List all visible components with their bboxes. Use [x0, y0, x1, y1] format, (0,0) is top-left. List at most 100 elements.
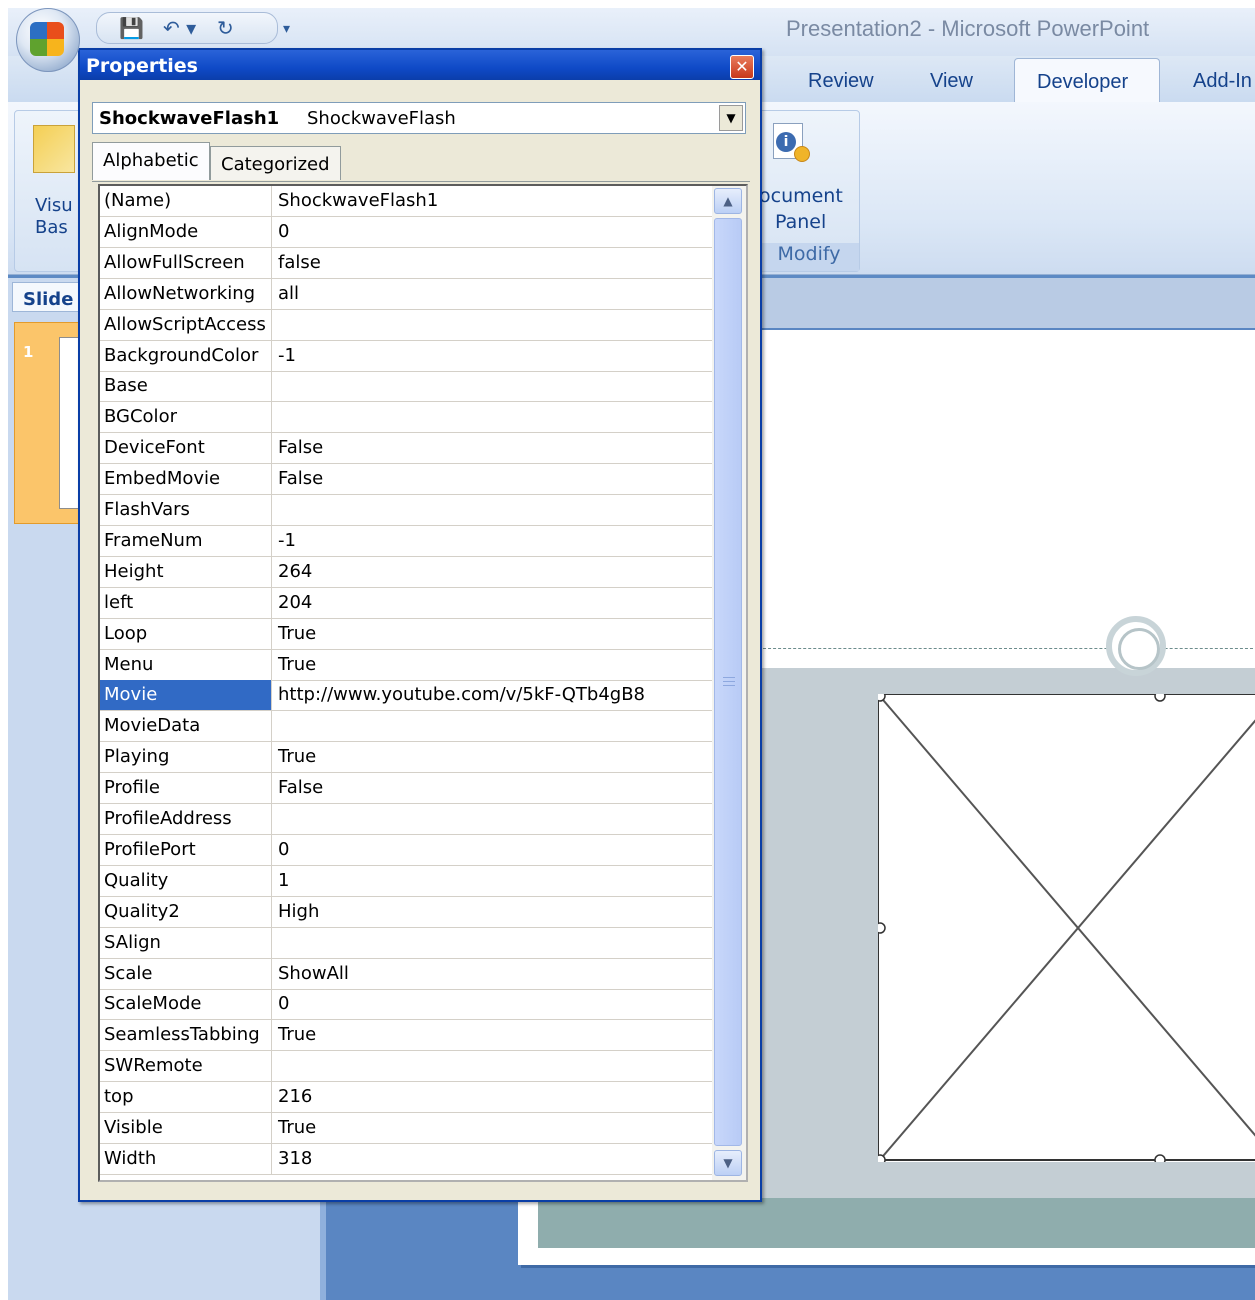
property-row[interactable]: Movie http://www.youtube.com/v/5kF-QTb4gB… [100, 680, 712, 712]
property-row[interactable]: AllowScriptAccess [100, 309, 712, 341]
document-panel-label-2: Panel [775, 211, 827, 233]
property-value-field[interactable] [276, 711, 708, 741]
property-value-field[interactable]: ShockwaveFlash1 [276, 186, 708, 216]
property-row[interactable]: ProfilePort 0 [100, 834, 712, 866]
property-row[interactable]: BGColor [100, 402, 712, 434]
property-value-field[interactable]: True [276, 619, 708, 649]
property-name: Quality [100, 865, 272, 896]
property-value-field[interactable]: 0 [276, 835, 708, 865]
property-row[interactable]: AllowFullScreen false [100, 247, 712, 279]
property-value-field[interactable] [276, 804, 708, 834]
property-row[interactable]: ProfileAddress [100, 804, 712, 835]
property-row[interactable]: SeamlessTabbing True [100, 1020, 712, 1052]
modify-group: i ocument Panel Modify [758, 110, 860, 272]
property-name: EmbedMovie [100, 464, 272, 495]
property-name: Base [100, 371, 272, 402]
property-value-field[interactable]: True [276, 650, 708, 680]
property-row[interactable]: Profile False [100, 773, 712, 805]
property-value-field[interactable]: True [276, 742, 708, 772]
tab-alphabetic[interactable]: Alphabetic [92, 142, 210, 180]
property-row[interactable]: Quality 1 [100, 865, 712, 897]
property-row[interactable]: Scale ShowAll [100, 958, 712, 990]
property-value-field[interactable]: 216 [276, 1082, 708, 1112]
property-value-field[interactable]: False [276, 433, 708, 463]
property-value-field[interactable]: -1 [276, 526, 708, 556]
property-name: Quality2 [100, 896, 272, 927]
property-value-field[interactable]: High [276, 897, 708, 927]
visual-basic-icon [33, 125, 75, 173]
property-row[interactable]: Playing True [100, 742, 712, 774]
tab-developer[interactable]: Developer [1014, 58, 1160, 105]
property-row[interactable]: FlashVars [100, 495, 712, 526]
tab-review[interactable]: Review [808, 70, 874, 93]
property-value-field[interactable]: True [276, 1113, 708, 1143]
property-value-field[interactable]: 264 [276, 557, 708, 587]
property-row[interactable]: (Name) ShockwaveFlash1 [100, 186, 712, 217]
customize-qat-icon[interactable]: ▾ [283, 21, 290, 37]
property-row[interactable]: EmbedMovie False [100, 464, 712, 496]
vertical-scrollbar[interactable]: ▲ ▼ [712, 186, 746, 1180]
property-value-field[interactable]: 318 [276, 1144, 708, 1174]
property-value-field[interactable] [276, 1051, 708, 1081]
chevron-down-icon[interactable]: ▼ [719, 105, 743, 131]
scrollbar-thumb[interactable] [714, 218, 742, 1146]
property-value-field[interactable]: ShowAll [276, 959, 708, 989]
property-value-field[interactable] [276, 310, 708, 340]
scroll-up-icon[interactable]: ▲ [714, 188, 742, 214]
property-row[interactable]: Quality2 High [100, 896, 712, 928]
visual-basic-button[interactable]: Visu Bas [14, 110, 86, 272]
close-icon[interactable]: ✕ [730, 55, 754, 79]
property-name: Loop [100, 618, 272, 649]
property-value-field[interactable]: 204 [276, 588, 708, 618]
office-button[interactable] [16, 8, 80, 72]
property-row[interactable]: Width 318 [100, 1143, 712, 1175]
property-value-field[interactable]: -1 [276, 341, 708, 371]
tab-view[interactable]: View [930, 70, 973, 93]
object-selector[interactable]: ShockwaveFlash1 ShockwaveFlash ▼ [92, 102, 746, 134]
properties-title-bar[interactable]: Properties ✕ [80, 50, 760, 80]
property-row[interactable]: BackgroundColor -1 [100, 340, 712, 372]
property-name: AlignMode [100, 216, 272, 247]
property-row[interactable]: AlignMode 0 [100, 216, 712, 248]
property-value-field[interactable]: True [276, 1020, 708, 1050]
property-row[interactable]: Base [100, 371, 712, 403]
property-row[interactable]: left 204 [100, 587, 712, 619]
property-row[interactable]: Visible True [100, 1113, 712, 1144]
property-row[interactable]: Menu True [100, 649, 712, 681]
property-value-field[interactable]: all [276, 279, 708, 309]
property-value-field[interactable]: false [276, 248, 708, 278]
property-row[interactable]: ScaleMode 0 [100, 989, 712, 1021]
property-value-field[interactable]: False [276, 773, 708, 803]
undo-icon[interactable]: ↶ ▾ [163, 16, 196, 40]
shockwave-flash-control[interactable] [878, 694, 1255, 1162]
tab-categorized[interactable]: Categorized [210, 146, 341, 180]
property-row[interactable]: DeviceFont False [100, 433, 712, 465]
property-value-field[interactable]: 0 [276, 989, 708, 1019]
scroll-down-icon[interactable]: ▼ [714, 1150, 742, 1176]
slide-number: 1 [23, 343, 34, 361]
property-name: BGColor [100, 402, 272, 433]
redo-icon[interactable]: ↻ [217, 16, 234, 40]
property-row[interactable]: SAlign [100, 927, 712, 959]
title-placeholder-border [758, 648, 1255, 649]
property-row[interactable]: Loop True [100, 618, 712, 650]
property-value-field[interactable]: False [276, 464, 708, 494]
property-row[interactable]: AllowNetworking all [100, 278, 712, 310]
property-value-field[interactable] [276, 371, 708, 401]
property-value-field[interactable]: 0 [276, 217, 708, 247]
save-icon[interactable]: 💾 [119, 16, 144, 40]
property-value-field[interactable] [276, 928, 708, 958]
property-row[interactable]: FrameNum -1 [100, 525, 712, 557]
property-value-field[interactable]: http://www.youtube.com/v/5kF-QTb4gB8 [276, 680, 708, 710]
property-value-field[interactable]: 1 [276, 866, 708, 896]
property-value-field[interactable] [276, 495, 708, 525]
property-name: AllowFullScreen [100, 247, 272, 278]
property-row[interactable]: MovieData [100, 711, 712, 743]
slide-footer-bar [538, 1198, 1255, 1248]
property-row[interactable]: SWRemote [100, 1051, 712, 1083]
property-value-field[interactable] [276, 402, 708, 432]
document-panel-button[interactable]: i ocument Panel [759, 111, 859, 241]
property-row[interactable]: top 216 [100, 1082, 712, 1114]
property-row[interactable]: Height 264 [100, 556, 712, 588]
tab-add-ins[interactable]: Add-In [1193, 70, 1252, 93]
